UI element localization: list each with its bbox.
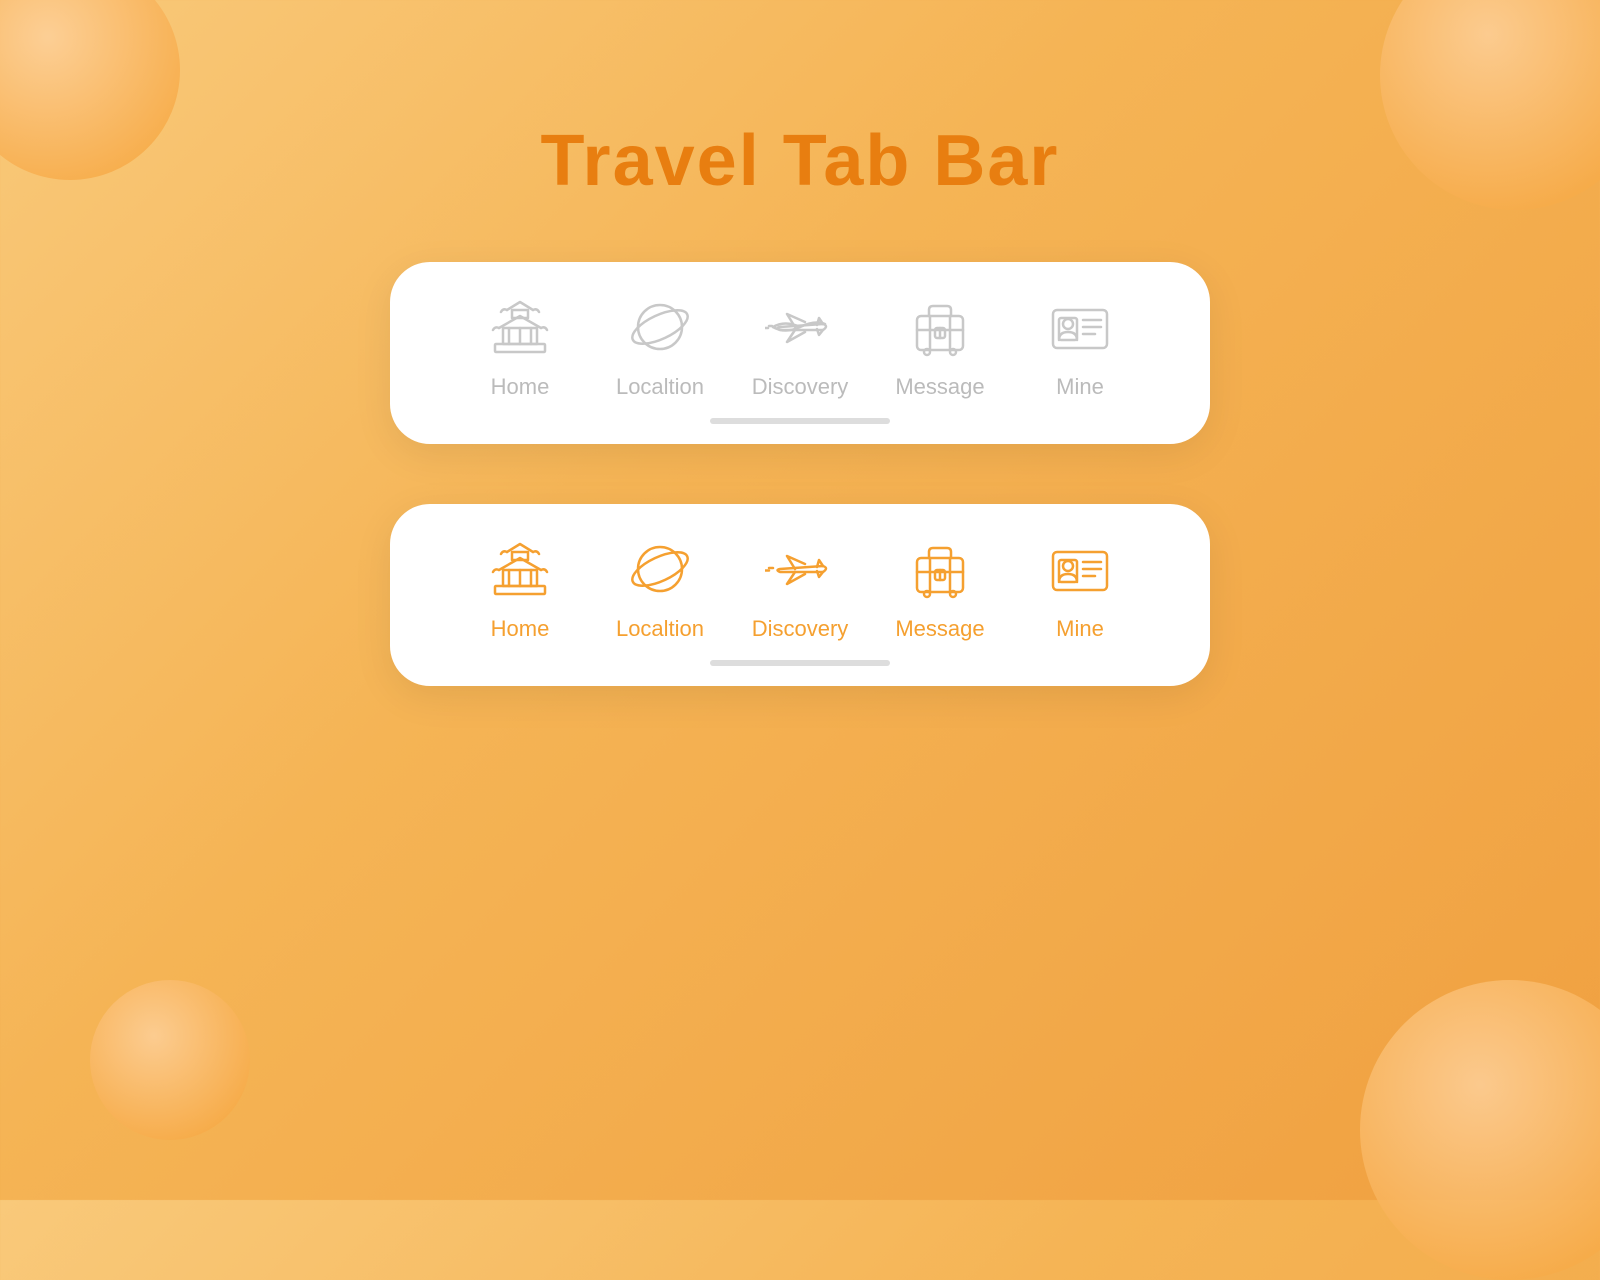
tab-mine-inactive[interactable]: Mine bbox=[1010, 292, 1150, 400]
scroll-indicator-inactive bbox=[710, 418, 890, 424]
tab-location-active[interactable]: Localtion bbox=[590, 534, 730, 642]
tab-label-discovery-active: Discovery bbox=[752, 616, 849, 642]
message-icon-active bbox=[905, 534, 975, 604]
tab-label-home-active: Home bbox=[491, 616, 550, 642]
location-icon-inactive bbox=[625, 292, 695, 362]
tab-label-mine-inactive: Mine bbox=[1056, 374, 1104, 400]
tab-label-location-active: Localtion bbox=[616, 616, 704, 642]
tab-message-active[interactable]: Message bbox=[870, 534, 1010, 642]
deco-circle-top-left bbox=[0, 0, 180, 180]
tab-label-message-active: Message bbox=[895, 616, 984, 642]
tab-bar-inactive: Home Localtion bbox=[390, 262, 1210, 444]
location-icon-active bbox=[625, 534, 695, 604]
deco-circle-bottom-right bbox=[1360, 980, 1600, 1280]
deco-circle-bottom-left bbox=[90, 980, 250, 1140]
tabs-row-active: Home Localtion bbox=[450, 534, 1150, 642]
tab-label-discovery-inactive: Discovery bbox=[752, 374, 849, 400]
discovery-icon-inactive bbox=[765, 292, 835, 362]
tab-home-active[interactable]: Home bbox=[450, 534, 590, 642]
tab-label-home-inactive: Home bbox=[491, 374, 550, 400]
message-icon-inactive bbox=[905, 292, 975, 362]
mine-icon-active bbox=[1045, 534, 1115, 604]
scroll-indicator-active bbox=[710, 660, 890, 666]
tab-label-mine-active: Mine bbox=[1056, 616, 1104, 642]
tab-location-inactive[interactable]: Localtion bbox=[590, 292, 730, 400]
tab-home-inactive[interactable]: Home bbox=[450, 292, 590, 400]
mine-icon-inactive bbox=[1045, 292, 1115, 362]
home-icon-inactive bbox=[485, 292, 555, 362]
tabs-row-inactive: Home Localtion bbox=[450, 292, 1150, 400]
tab-mine-active[interactable]: Mine bbox=[1010, 534, 1150, 642]
tab-discovery-inactive[interactable]: Discovery bbox=[730, 292, 870, 400]
discovery-icon-active bbox=[765, 534, 835, 604]
tab-discovery-active[interactable]: Discovery bbox=[730, 534, 870, 642]
tab-message-inactive[interactable]: Message bbox=[870, 292, 1010, 400]
page-title: Travel Tab Bar bbox=[541, 120, 1060, 202]
tab-label-location-inactive: Localtion bbox=[616, 374, 704, 400]
home-icon-active bbox=[485, 534, 555, 604]
tab-bar-active: Home Localtion bbox=[390, 504, 1210, 686]
tab-label-message-inactive: Message bbox=[895, 374, 984, 400]
deco-circle-top-right bbox=[1380, 0, 1600, 210]
